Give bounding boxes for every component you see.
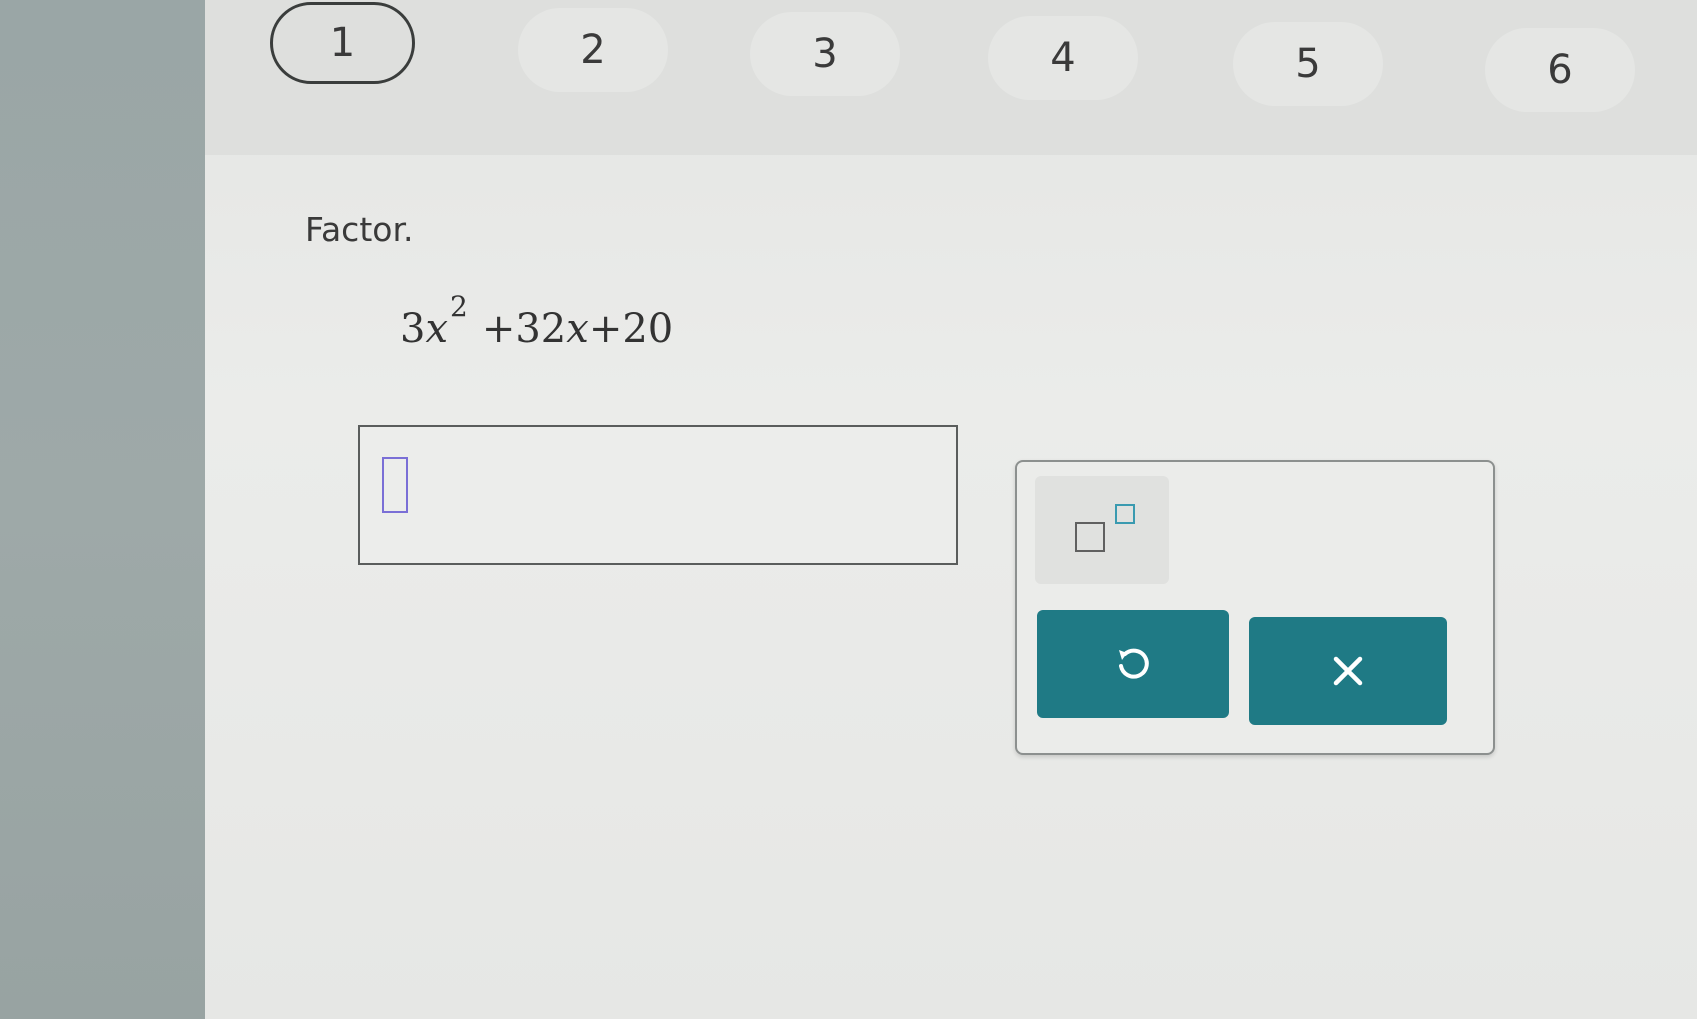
step-3-button[interactable]: 3 xyxy=(750,12,900,96)
step-label: 6 xyxy=(1547,47,1573,93)
exponent-template-button[interactable] xyxy=(1035,476,1169,584)
expr-linear-coefficient: +32 xyxy=(481,306,567,352)
expr-variable: x xyxy=(425,306,449,352)
left-panel-strip xyxy=(0,0,205,1019)
expr-constant: +20 xyxy=(588,306,674,352)
step-label: 3 xyxy=(812,31,838,77)
math-input-palette xyxy=(1015,460,1495,755)
exponent-base-box-icon xyxy=(1075,522,1105,552)
clear-button[interactable] xyxy=(1249,617,1447,725)
step-label: 5 xyxy=(1295,41,1321,87)
expr-variable: x xyxy=(566,306,589,352)
step-2-button[interactable]: 2 xyxy=(518,8,668,92)
step-label: 1 xyxy=(329,20,356,66)
step-label: 2 xyxy=(580,27,606,73)
polynomial-expression: 3x2 +32x+20 xyxy=(400,290,674,352)
step-5-button[interactable]: 5 xyxy=(1233,22,1383,106)
undo-button[interactable] xyxy=(1037,610,1229,718)
step-6-button[interactable]: 6 xyxy=(1485,28,1635,112)
input-cursor-placeholder xyxy=(382,457,408,513)
question-instruction: Factor. xyxy=(305,210,414,249)
exponent-power-box-icon xyxy=(1115,504,1135,524)
close-icon xyxy=(1328,651,1368,691)
undo-icon xyxy=(1111,642,1155,686)
expr-coefficient: 3 xyxy=(400,306,426,352)
step-navigation-bar xyxy=(205,0,1697,155)
step-label: 4 xyxy=(1050,35,1076,81)
step-4-button[interactable]: 4 xyxy=(988,16,1138,100)
step-1-button[interactable]: 1 xyxy=(270,2,415,84)
expr-exponent: 2 xyxy=(450,290,468,323)
answer-input-field[interactable] xyxy=(358,425,958,565)
